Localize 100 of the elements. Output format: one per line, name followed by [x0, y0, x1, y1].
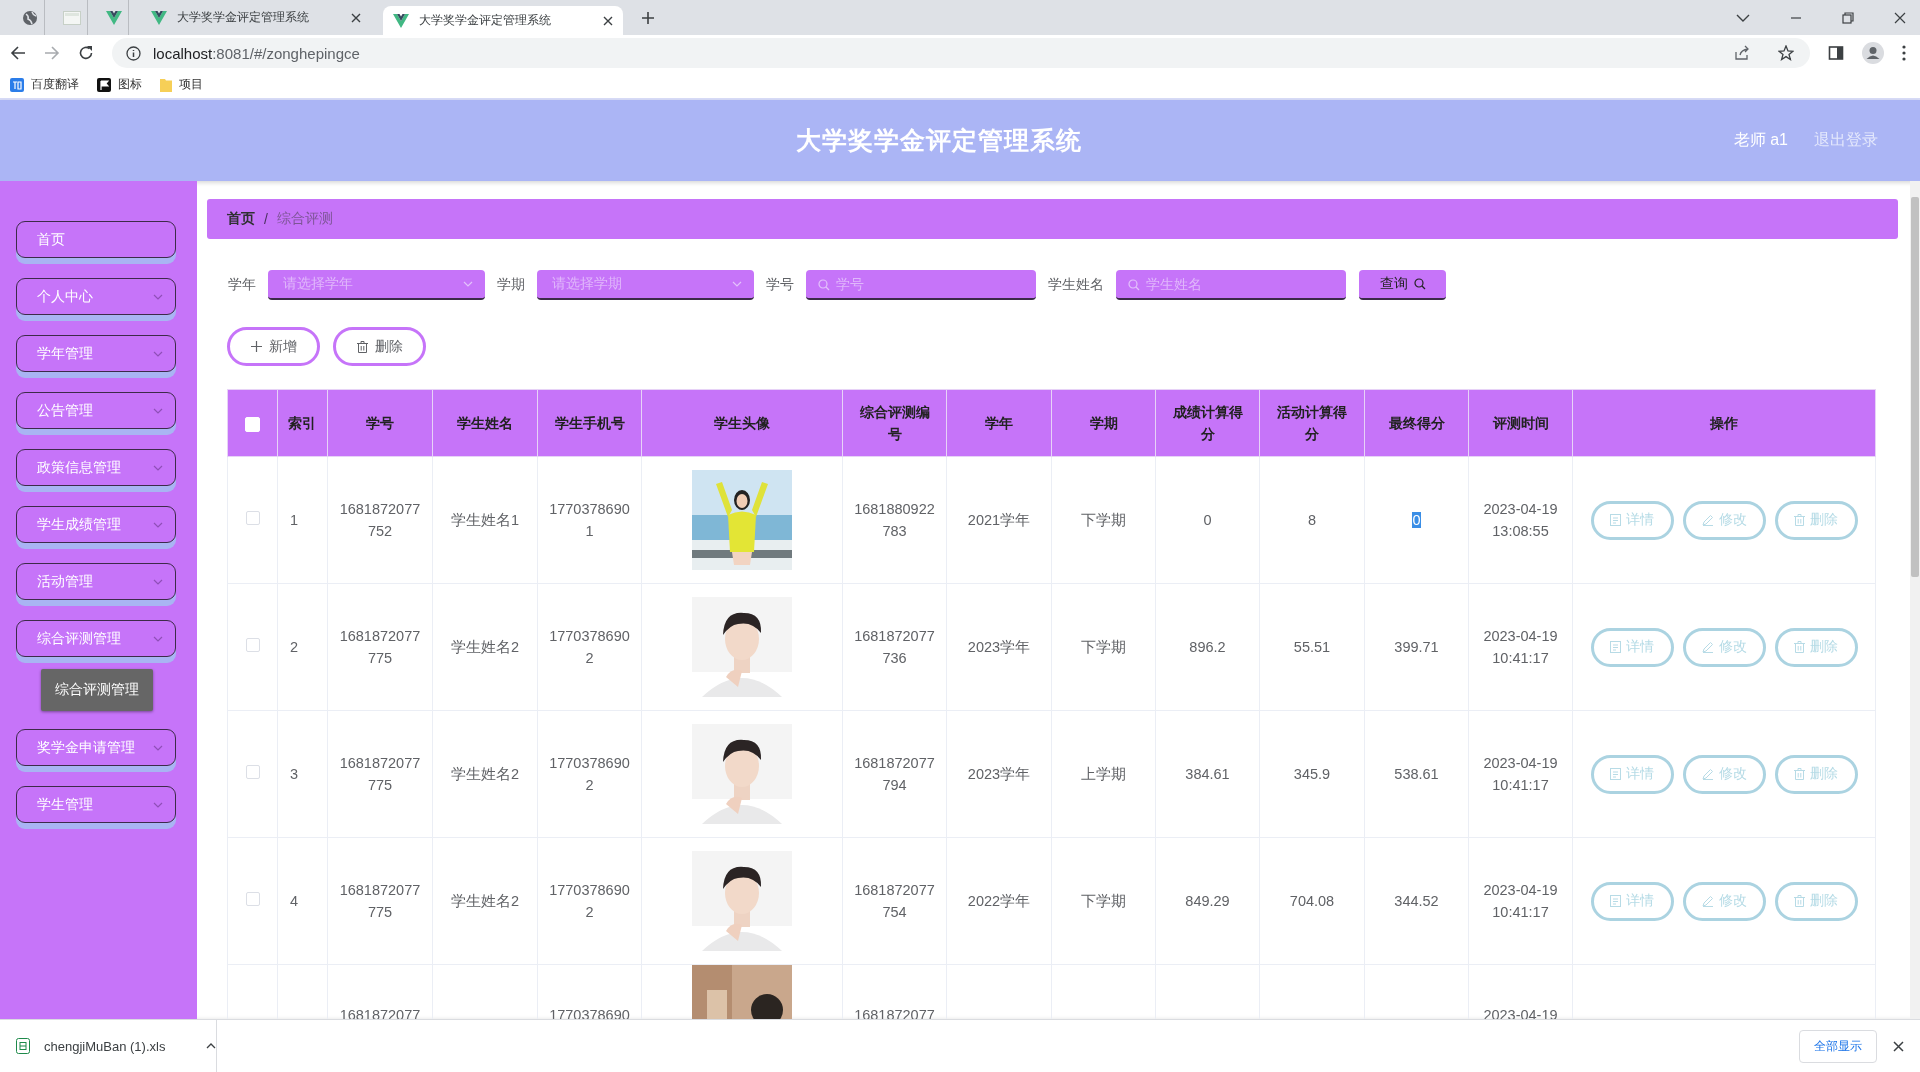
table-cell-text: 1681872077794 [854, 754, 935, 795]
search-icon [1413, 278, 1426, 290]
address-bar[interactable]: localhost:8081/#/zonghepingce [112, 38, 1810, 68]
scrollbar[interactable] [1910, 181, 1920, 1019]
table-cell: 上学期 [1081, 766, 1126, 782]
more-icon[interactable] [1902, 45, 1906, 61]
select-field[interactable]: 请选择学年 [268, 270, 485, 300]
select-all-checkbox[interactable] [245, 416, 260, 432]
delete-button[interactable]: 删除 [1774, 881, 1858, 921]
side-panel-icon[interactable] [1828, 45, 1844, 61]
caret-icon [153, 744, 163, 751]
v-logo-icon [393, 13, 409, 28]
breadcrumb-item[interactable]: 首页 [227, 210, 255, 228]
filter-label: 学生姓名 [1048, 276, 1104, 294]
trash-icon [1794, 895, 1805, 907]
table-cell: 384.61 [1185, 766, 1230, 782]
spreadsheet-icon [16, 1038, 30, 1054]
plus-icon[interactable] [641, 10, 655, 25]
detail-button[interactable]: 详情 [1590, 754, 1674, 794]
edit-button[interactable]: 修改 [1682, 881, 1766, 921]
table-cell: 399.71 [1394, 639, 1439, 655]
table-cell: 学生姓名1 [450, 512, 520, 528]
table-cell: 2023-04-19 10:41:17 [1483, 882, 1558, 920]
submenu-item[interactable]: 综合评测管理 [41, 669, 153, 711]
delete-button[interactable]: 删除 [1774, 754, 1858, 794]
bookmark[interactable]: 项目 [160, 76, 203, 93]
add-button[interactable]: 新增 [227, 327, 320, 366]
table-cell-text: 1681880922783 [854, 500, 935, 541]
detail-button[interactable]: 详情 [1590, 627, 1674, 667]
search-field[interactable]: 学号 [806, 270, 1036, 300]
v-logo-icon [151, 10, 167, 25]
back-icon[interactable] [10, 45, 26, 61]
restore-icon[interactable] [1842, 11, 1854, 24]
browser-tab[interactable]: 大学奖学金评定管理系统 [383, 6, 623, 35]
column-header: 评测时间 [1468, 389, 1573, 457]
table-cell-text: 1681872077754 [854, 881, 935, 922]
chevron-down-icon[interactable] [1736, 12, 1750, 23]
user-name: 老师 a1 [1733, 130, 1788, 150]
close-icon[interactable] [603, 15, 613, 26]
select-field[interactable]: 请选择学期 [537, 270, 754, 300]
table-cell: 学生姓名2 [450, 893, 520, 909]
edit-button[interactable]: 修改 [1682, 500, 1766, 540]
row-checkbox[interactable] [245, 765, 260, 779]
trash-icon [1794, 641, 1805, 653]
row-checkbox[interactable] [245, 892, 260, 906]
chevron-up-icon [206, 1043, 216, 1049]
edit-button[interactable]: 修改 [1682, 627, 1766, 667]
v-logo-icon [106, 10, 122, 25]
delete-button[interactable]: 删除 [1774, 627, 1858, 667]
filter-label: 学期 [497, 276, 525, 294]
search-button[interactable]: 查询 [1359, 270, 1446, 300]
edit-button[interactable]: 修改 [1682, 754, 1766, 794]
table-cell-text: 1681872077775 [339, 754, 421, 795]
table-cell: 3 [290, 766, 299, 782]
row-checkbox[interactable] [245, 638, 260, 652]
chevron-down-icon [732, 281, 742, 287]
pencil-icon [1701, 895, 1714, 907]
pencil-icon [1701, 768, 1714, 780]
browser-tab[interactable]: 大学奖学金评定管理系统 [141, 0, 371, 35]
table-cell: 2021学年 [967, 512, 1031, 528]
detail-button[interactable]: 详情 [1590, 881, 1674, 921]
table-cell: 896.2 [1189, 639, 1226, 655]
breadcrumb-separator: / [264, 211, 268, 227]
table-cell: 8 [1307, 512, 1317, 528]
star-icon[interactable] [1778, 45, 1794, 61]
caret-icon [153, 801, 163, 808]
close-icon[interactable] [351, 12, 361, 23]
reload-icon[interactable] [78, 45, 94, 61]
table-cell: 345.9 [1293, 766, 1331, 782]
bookmark[interactable]: 百度翻译 [10, 76, 79, 93]
column-header: 最终得分 [1364, 389, 1469, 457]
table-cell: 下学期 [1081, 893, 1126, 909]
trash-icon [1794, 514, 1805, 526]
table-cell-text: 1681872077736 [854, 627, 935, 668]
download-item[interactable]: chengjiMuBan (1).xls [16, 1020, 217, 1072]
table-cell-text: 1681872077775 [339, 627, 421, 668]
table-cell: 2023-04-19 10:41:17 [1483, 628, 1558, 666]
tab-title: 大学奖学金评定管理系统 [419, 12, 552, 29]
column-header: 操作 [1572, 389, 1876, 457]
url-text: localhost:8081/#/zonghepingce [153, 44, 360, 62]
search-icon [818, 279, 830, 291]
close-icon[interactable] [1893, 1040, 1904, 1052]
close-icon[interactable] [1894, 11, 1906, 24]
column-header: 学生头像 [641, 389, 843, 457]
filter-label: 学号 [766, 276, 794, 294]
column-header: 成绩计算得分 [1155, 389, 1260, 457]
bookmark[interactable]: 图标 [97, 76, 142, 93]
show-all-button[interactable]: 全部显示 [1799, 1029, 1877, 1063]
avatar-icon[interactable] [1862, 42, 1884, 64]
translate-icon [10, 77, 24, 92]
table-cell: 4 [290, 893, 299, 909]
column-header: 学生手机号 [537, 389, 642, 457]
delete-button[interactable]: 删除 [333, 327, 426, 366]
column-header: 学年 [946, 389, 1052, 457]
share-icon[interactable] [1734, 45, 1750, 61]
table-cell: 2023-04-19 13:08:55 [1483, 501, 1558, 539]
detail-button[interactable]: 详情 [1590, 500, 1674, 540]
row-checkbox[interactable] [245, 511, 260, 525]
search-field[interactable]: 学生姓名 [1116, 270, 1346, 300]
delete-button[interactable]: 删除 [1774, 500, 1858, 540]
